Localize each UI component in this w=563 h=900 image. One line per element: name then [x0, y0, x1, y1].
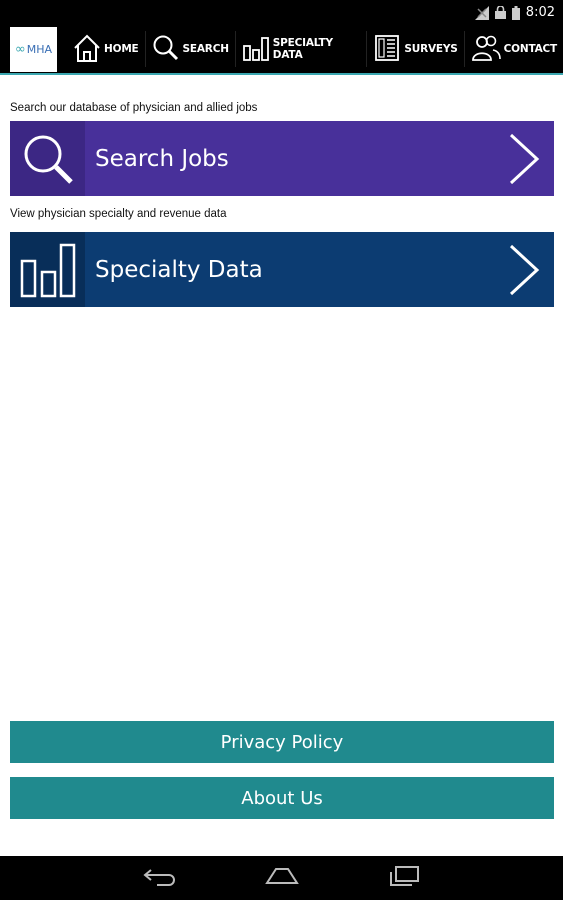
nav-item-label: CONTACT [503, 43, 558, 55]
search-caption: Search our database of physician and all… [10, 102, 258, 114]
nav-items: HOME SEARCH SPECIALTY DATA SURVEYS CONTA… [67, 24, 563, 74]
battery-icon [511, 5, 520, 20]
search-jobs-label: Search Jobs [95, 145, 229, 172]
chevron-right-icon [494, 232, 554, 307]
bar-chart-icon [242, 34, 270, 65]
back-button[interactable] [140, 863, 180, 893]
nav-item-label: HOME [104, 43, 139, 55]
nav-item-label: SPECIALTY DATA [272, 37, 333, 61]
privacy-policy-button[interactable]: Privacy Policy [10, 721, 554, 763]
top-navigation: ∞ MHA HOME SEARCH SPECIALTY DATA SURVEYS… [0, 25, 563, 75]
main-content: Search our database of physician and all… [10, 75, 554, 307]
search-icon [152, 34, 180, 65]
home-icon [73, 33, 101, 66]
home-nav-icon [264, 866, 300, 890]
signal-icon [474, 5, 489, 20]
logo-mark-icon: ∞ [14, 41, 26, 57]
back-icon [142, 866, 177, 890]
nav-item-contact[interactable]: CONTACT [463, 31, 563, 67]
people-icon [471, 34, 501, 65]
nav-item-home[interactable]: HOME [67, 31, 145, 67]
nav-item-search[interactable]: SEARCH [144, 31, 235, 67]
logo-text: MHA [26, 42, 53, 56]
calculator-icon [373, 34, 401, 65]
chevron-right-icon [494, 121, 554, 196]
system-navigation-bar [0, 856, 563, 900]
privacy-policy-label: Privacy Policy [220, 731, 344, 753]
home-button[interactable] [262, 863, 302, 893]
specialty-data-label: Specialty Data [95, 256, 263, 283]
bar-chart-icon [10, 232, 85, 307]
status-bar: 8:02 [0, 0, 563, 25]
about-us-label: About Us [241, 787, 323, 809]
specialty-data-button[interactable]: Specialty Data [10, 232, 554, 307]
nav-item-label: SEARCH [182, 43, 229, 55]
lock-icon [494, 6, 506, 19]
search-icon [10, 121, 85, 196]
specialty-caption: View physician specialty and revenue dat… [10, 208, 227, 220]
nav-item-surveys[interactable]: SURVEYS [366, 31, 463, 67]
app-logo[interactable]: ∞ MHA [10, 26, 57, 72]
nav-item-label: SURVEYS [404, 43, 458, 55]
status-time: 8:02 [525, 5, 555, 20]
recent-apps-button[interactable] [384, 863, 424, 893]
nav-item-specialty-data[interactable]: SPECIALTY DATA [234, 31, 367, 67]
recent-apps-icon [388, 865, 420, 891]
about-us-button[interactable]: About Us [10, 777, 554, 819]
search-jobs-button[interactable]: Search Jobs [10, 121, 554, 196]
